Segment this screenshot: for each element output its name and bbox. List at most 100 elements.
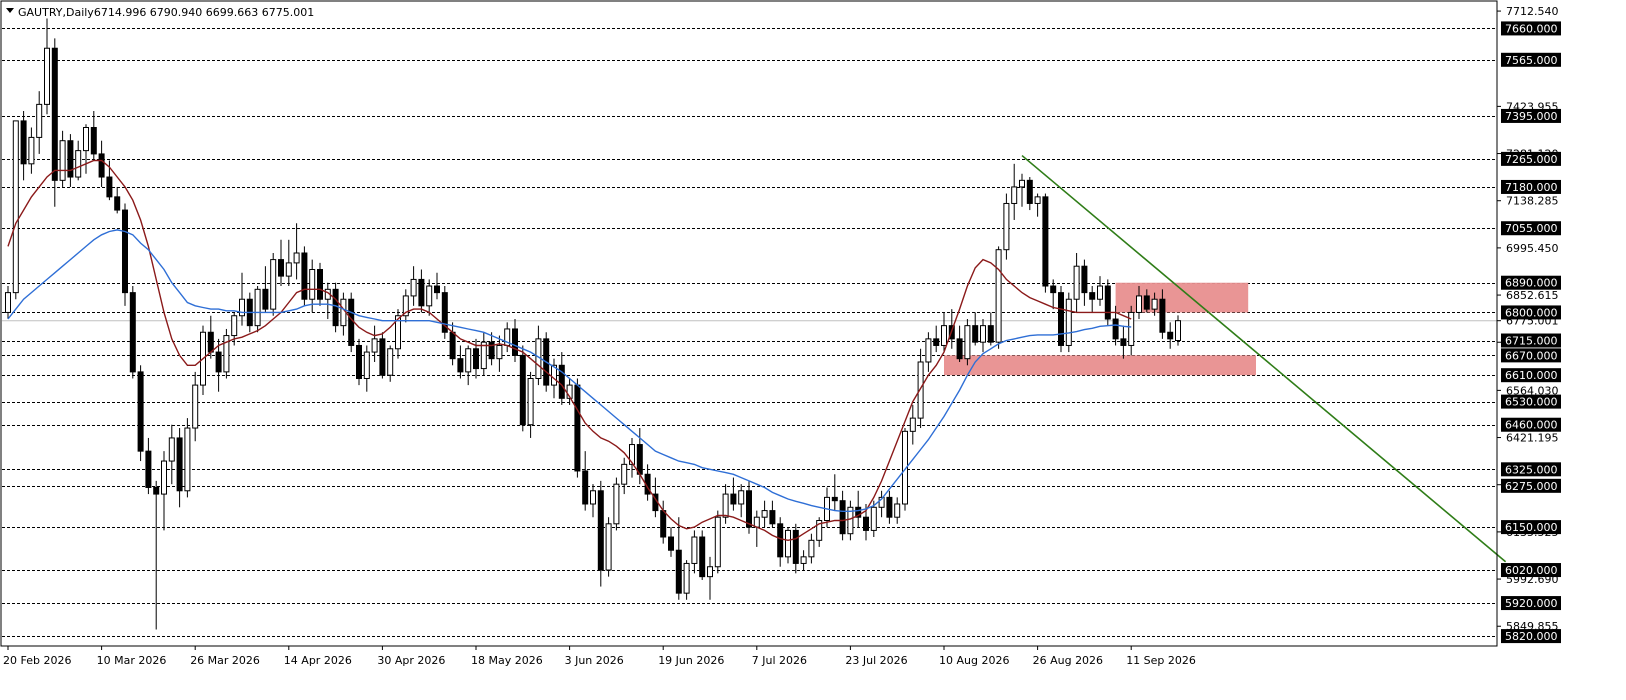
candle-bear <box>1112 318 1119 340</box>
candle-bull <box>387 348 394 376</box>
candle-bear <box>207 331 214 353</box>
candle-bull <box>75 150 82 178</box>
candle-bear <box>317 269 323 300</box>
level-label: 6150.000 <box>1505 521 1558 534</box>
candle-bear <box>215 351 222 373</box>
candle-bear <box>1143 295 1150 310</box>
zone-rect <box>944 355 1256 376</box>
candle-bear <box>1042 196 1049 287</box>
candle-bull <box>239 298 245 317</box>
candle-bear <box>418 278 425 307</box>
candle-bear <box>145 450 152 488</box>
chart-title: GAUTRY,Daily6714.996 6790.940 6699.663 6… <box>18 6 314 19</box>
x-tick-label: 30 Apr 2026 <box>377 654 445 667</box>
candle-bull <box>683 562 690 594</box>
candle-bear <box>597 490 604 571</box>
y-tick-label: 7712.540 <box>1506 5 1559 18</box>
candle-bull <box>761 510 768 518</box>
candle-bear <box>746 490 752 528</box>
candle-bull <box>691 536 698 564</box>
candle-bull <box>1073 265 1080 300</box>
menu-triangle-icon[interactable] <box>6 8 14 13</box>
candle-bear <box>129 292 136 373</box>
candle-bull <box>36 103 43 138</box>
level-label: 6325.000 <box>1505 463 1558 476</box>
level-label: 7265.000 <box>1505 153 1558 166</box>
symbol-name: GAUTRY <box>18 6 63 19</box>
candle-bull <box>363 351 370 379</box>
candle-bear <box>777 523 784 558</box>
y-axis: 7712.5407423.9557281.1207138.2856995.450… <box>1497 5 1561 644</box>
candle-bear <box>1089 292 1096 300</box>
candle-bull <box>270 259 277 310</box>
candle-bull <box>909 417 916 432</box>
candle-bull <box>1034 196 1041 204</box>
candle-bear <box>348 298 355 346</box>
candle-bear <box>730 493 737 505</box>
candle-bear <box>582 470 589 505</box>
candle-bull <box>426 285 433 307</box>
candle-bear <box>1159 298 1166 333</box>
y-tick-label: 6995.450 <box>1506 242 1559 255</box>
candle-bear <box>98 153 105 178</box>
candle-bull <box>231 315 238 337</box>
x-axis: 20 Feb 2026 10 Mar 2026 26 Mar 2026 14 Apr … <box>3 646 1196 667</box>
timeframe: Daily <box>66 6 94 19</box>
candle-bear <box>1050 285 1057 294</box>
candle-bull <box>309 269 316 300</box>
candle-bear <box>90 126 97 155</box>
level-label: 6800.000 <box>1505 306 1558 319</box>
candle-bear <box>574 384 581 472</box>
candle-bull <box>1128 311 1135 346</box>
candle-bull <box>496 344 503 360</box>
candle-bear <box>301 252 308 300</box>
candle-bull <box>1065 298 1072 346</box>
candle-bull <box>184 427 191 492</box>
level-label: 7660.000 <box>1505 22 1558 35</box>
candle-bear <box>956 338 963 360</box>
candle-bull <box>941 325 947 346</box>
candle-bear <box>1104 285 1111 320</box>
price-chart: 20 Feb 2026 10 Mar 2026 26 Mar 2026 14 Apr … <box>0 0 1561 667</box>
candle-bear <box>769 510 776 525</box>
candle-bear <box>20 120 27 165</box>
level-label: 6610.000 <box>1505 369 1558 382</box>
moving-averages <box>7 159 1132 542</box>
candle-bull <box>800 556 807 564</box>
candle-bear <box>675 549 682 594</box>
candle-bull <box>738 490 745 505</box>
candle-bull <box>5 292 11 313</box>
candle-bear <box>839 500 846 535</box>
candle-bear <box>51 47 58 181</box>
level-label: 6670.000 <box>1505 349 1558 362</box>
level-label: 6020.000 <box>1505 564 1558 577</box>
level-label: 6715.000 <box>1505 335 1558 348</box>
x-tick-label: 10 Mar 2026 <box>97 654 167 667</box>
candle-bull <box>168 437 175 462</box>
candle-bear <box>519 354 526 426</box>
candle-bull <box>605 523 612 571</box>
candle-bear <box>660 510 667 538</box>
candle-bear <box>473 348 479 370</box>
candle-bear <box>67 140 74 178</box>
y-tick-label: 7138.285 <box>1506 195 1559 208</box>
candle-bear <box>831 496 838 502</box>
y-tick-label: 6852.615 <box>1506 289 1559 302</box>
candle-bull <box>964 325 971 360</box>
candle-bear <box>1026 179 1033 204</box>
x-tick-label: 11 Sep 2026 <box>1126 654 1196 667</box>
candle-bull <box>613 483 620 525</box>
candle-bear <box>863 516 869 531</box>
candle-bull <box>285 262 292 277</box>
candle-bear <box>1081 265 1088 294</box>
level-label: 5820.000 <box>1505 630 1558 643</box>
candle-bull <box>995 249 1002 343</box>
candle-bull <box>1151 298 1158 310</box>
candle-bear <box>972 325 979 343</box>
candle-bear <box>933 338 940 346</box>
x-tick-label: 3 Jun 2026 <box>565 654 624 667</box>
candle-bull <box>1019 179 1025 188</box>
candle-bull <box>527 377 534 426</box>
candle-bear <box>1167 331 1174 340</box>
candle-bull <box>870 506 877 531</box>
